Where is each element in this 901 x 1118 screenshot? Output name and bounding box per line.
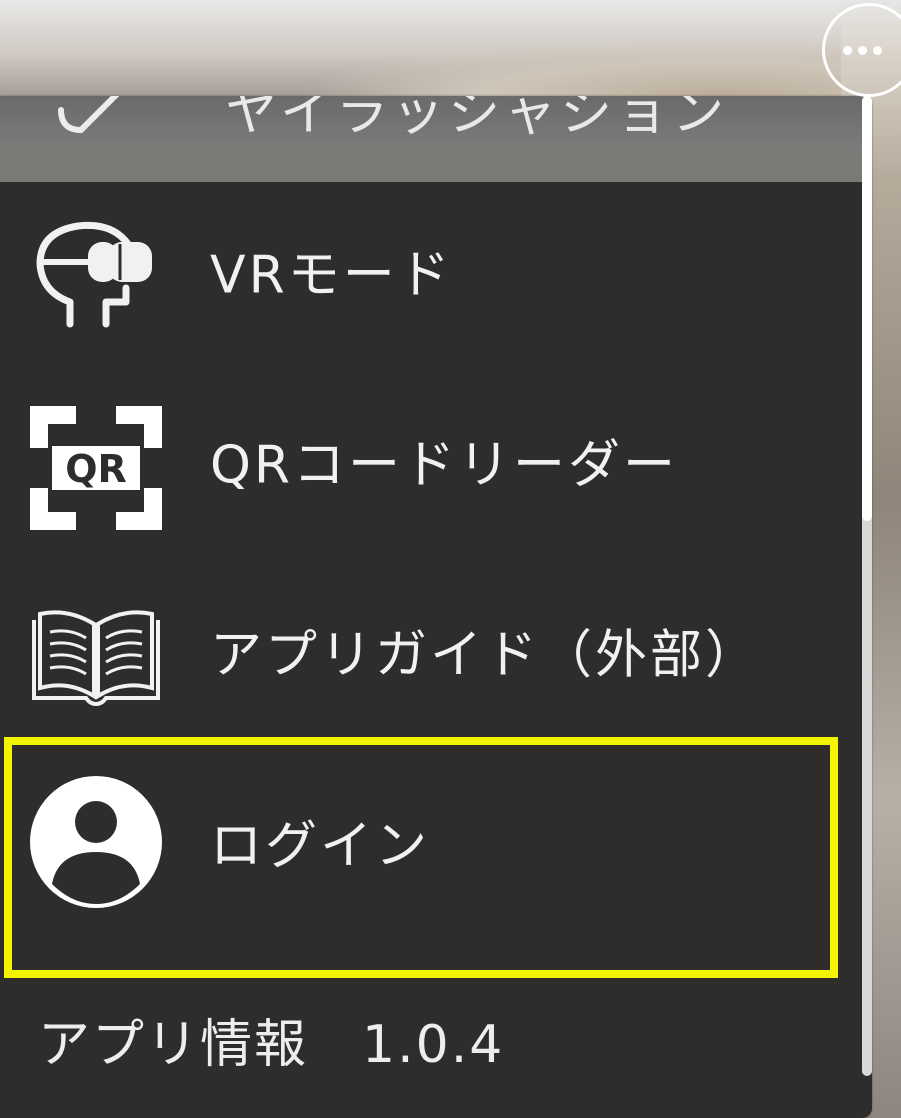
pencil-icon (58, 96, 120, 134)
scrollbar-thumb[interactable] (862, 96, 872, 521)
menu-item-vr-mode[interactable]: VRモード (0, 182, 860, 358)
menu-item-app-guide[interactable]: アプリガイド（外部） (0, 562, 860, 738)
menu-item-partial-label: ヤイラッシャション (225, 96, 728, 143)
vr-headset-icon (36, 221, 152, 328)
side-menu-panel: ヤイラッシャション VRモード QR QRコードリーダー アプリガイド（外部） … (0, 96, 872, 1118)
app-screen: ヤイラッシャション VRモード QR QRコードリーダー アプリガイド（外部） … (0, 0, 901, 1118)
menu-item-qr-reader[interactable]: QR QRコードリーダー (0, 372, 860, 548)
menu-item-label: VRモード (210, 245, 453, 306)
qr-code-icon: QR (30, 406, 162, 530)
menu-item-partial[interactable]: ヤイラッシャション (0, 96, 872, 182)
menu-item-label: アプリガイド（外部） (210, 625, 761, 686)
more-dots-icon (842, 45, 882, 55)
app-info-text: アプリ情報 1.0.4 (38, 1015, 505, 1075)
background-landscape (0, 0, 901, 100)
selection-highlight (4, 737, 838, 978)
qr-icon-text: QR (65, 447, 127, 491)
menu-item-label: QRコードリーダー (210, 435, 679, 496)
book-icon (32, 610, 160, 706)
